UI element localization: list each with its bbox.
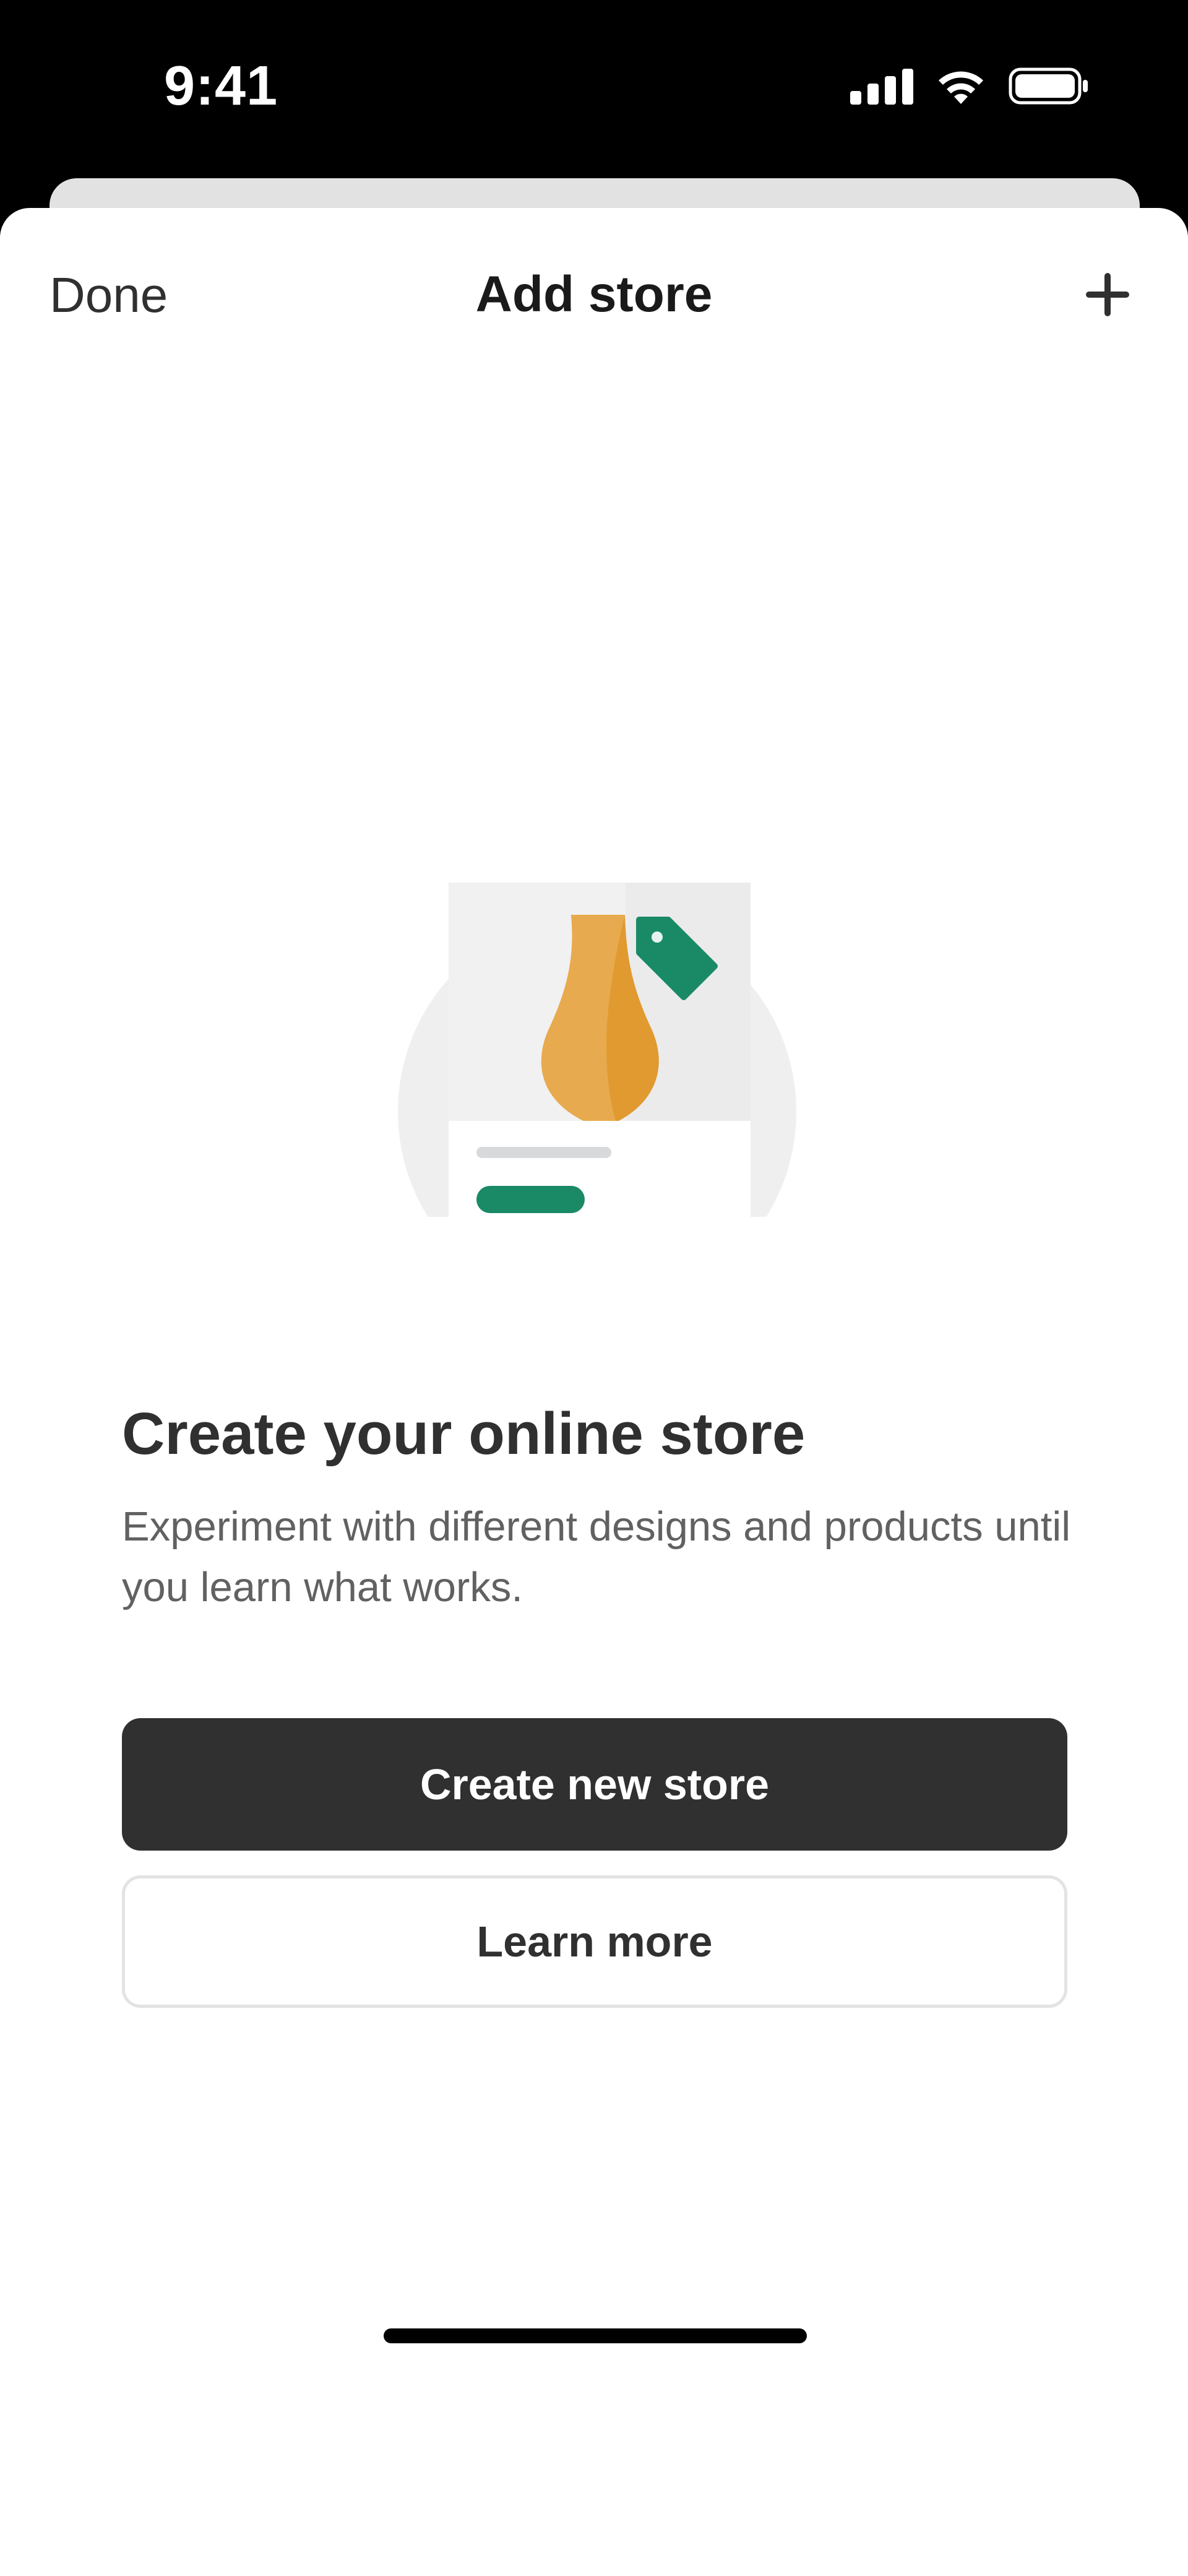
plus-icon[interactable] (1077, 264, 1138, 326)
add-store-sheet: Done Add store Create your online store … (0, 208, 1188, 2576)
status-icons (850, 67, 1089, 105)
empty-state-description: Experiment with different designs and pr… (122, 1503, 1071, 1610)
store-vase-illustration (396, 883, 798, 1254)
signal-icon (850, 67, 913, 105)
done-button[interactable]: Done (50, 267, 168, 324)
create-new-store-button[interactable]: Create new store (122, 1718, 1067, 1851)
sheet-title: Add store (0, 266, 1188, 324)
wifi-icon (936, 67, 986, 105)
status-bar: 9:41 (0, 0, 1188, 179)
learn-more-button[interactable]: Learn more (122, 1875, 1067, 2008)
home-indicator[interactable] (384, 2328, 807, 2343)
status-time: 9:41 (164, 55, 278, 117)
sheet-title-text: Add store (475, 266, 713, 322)
empty-state-headline: Create your online store (122, 1401, 806, 1467)
battery-icon (1009, 67, 1089, 105)
